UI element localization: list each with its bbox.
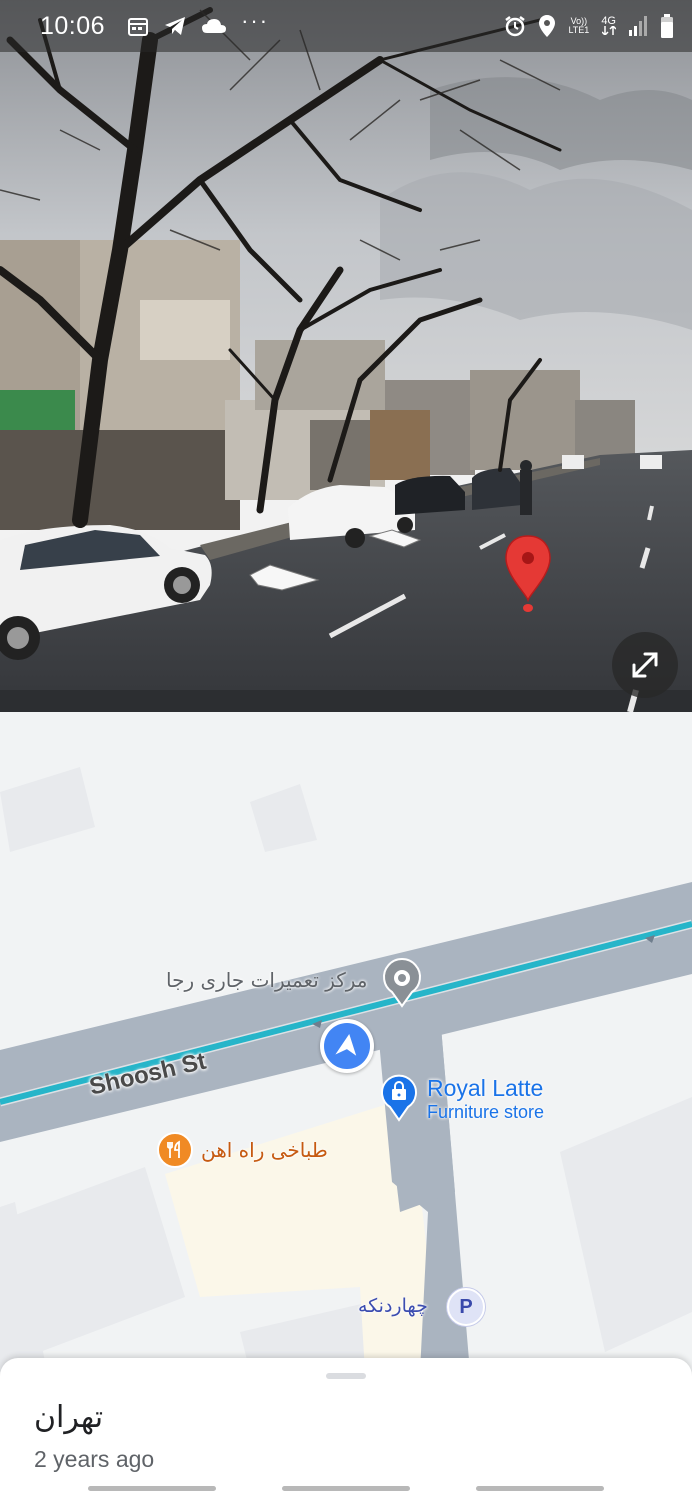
place-subtitle: 2 years ago [34,1446,155,1472]
place-bottom-sheet[interactable]: تهران 2 years ago [0,1358,692,1500]
parking-letter: P [459,1295,473,1318]
expand-icon [632,652,658,678]
street-view-image[interactable] [0,0,692,712]
shopping-bag-icon[interactable] [380,1074,418,1122]
expand-button[interactable] [612,632,678,698]
network-type-icon: 4G [601,16,616,35]
map-view[interactable]: مرکز تعمیرات جاری رجا Shoosh St Royal La… [0,712,692,1372]
location-icon [538,14,556,38]
signal-icon [628,15,648,37]
poi-store-name: Royal Latte [427,1075,544,1101]
more-notifications-icon: ··· [241,8,270,33]
status-time: 10:06 [40,11,106,40]
restaurant-icon[interactable] [157,1132,193,1168]
nav-recents-button[interactable] [476,1486,604,1491]
poi-restaurant-label[interactable]: طباخی راه اهن [201,1138,328,1162]
poi-service-label[interactable]: مرکز تعمیرات جاری رجا [166,968,368,992]
parking-icon[interactable]: P [447,1288,485,1326]
telegram-icon [163,15,187,37]
poi-pin-icon[interactable] [382,958,422,1008]
cloud-icon [201,17,227,35]
poi-store-label[interactable]: Royal Latte Furniture store [427,1075,544,1123]
street-view-panorama [0,0,692,712]
nav-back-button[interactable] [88,1486,216,1491]
battery-icon [660,13,674,39]
status-bar: 10:06 ··· Vo)) LTE1 4G [0,0,692,52]
volte-icon: Vo)) LTE1 [568,16,590,35]
drag-handle[interactable] [326,1373,366,1379]
poi-parking-label[interactable]: چهاردنکه [358,1295,428,1317]
navigation-arrow-icon[interactable] [320,1019,374,1073]
alarm-icon [504,15,526,37]
nav-home-button[interactable] [282,1486,410,1491]
place-title: تهران [34,1400,104,1435]
poi-store-category: Furniture store [427,1102,545,1122]
calendar-icon [127,15,149,37]
system-nav-bar [0,1480,692,1500]
